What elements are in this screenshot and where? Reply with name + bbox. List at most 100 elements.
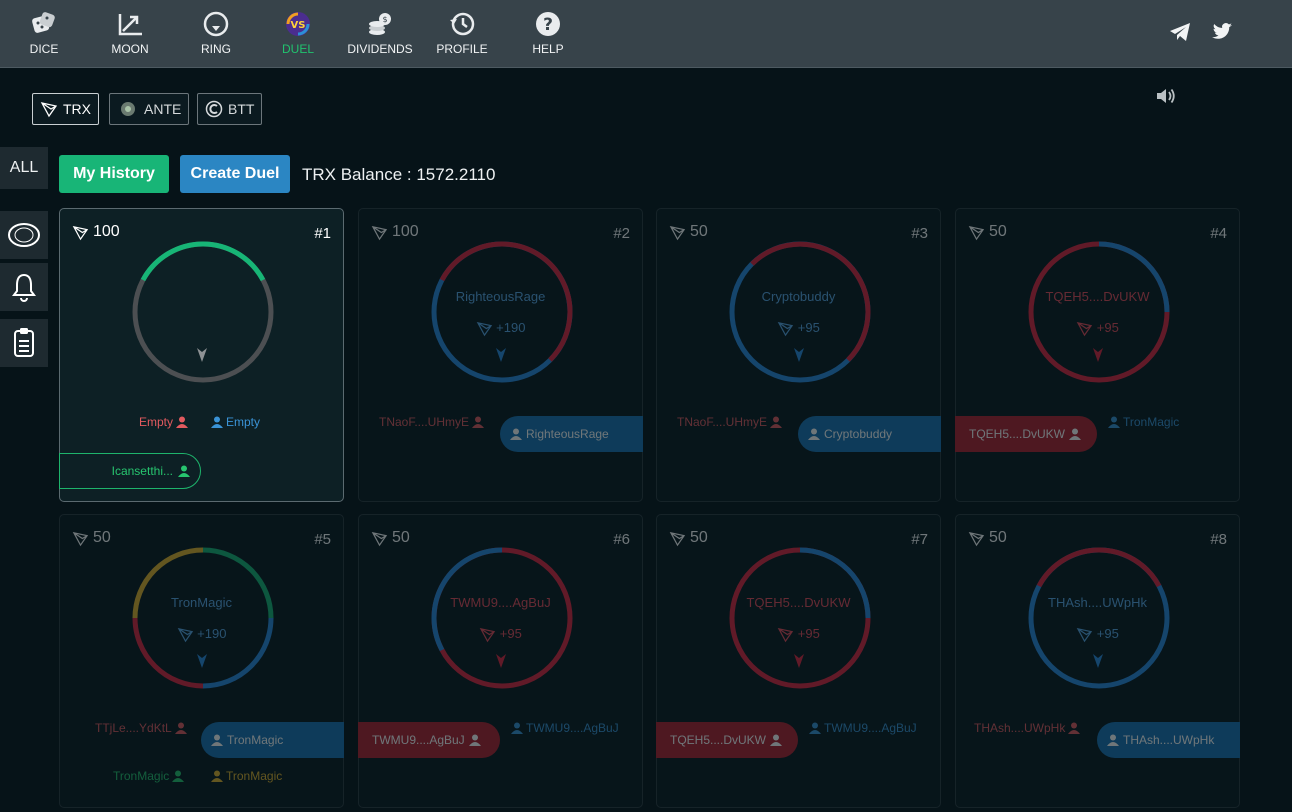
green-player-name: TronMagic: [113, 769, 170, 783]
help-icon: ?: [536, 12, 560, 36]
nav-moon[interactable]: MOON: [95, 10, 165, 56]
tron-icon: [371, 225, 388, 240]
red-player-pill[interactable]: TWMU9....AgBuJ: [358, 722, 500, 758]
tron-icon: [72, 531, 89, 546]
red-player-slot[interactable]: Empty: [139, 415, 189, 429]
win-amount: +190: [60, 626, 343, 643]
blue-player-pill[interactable]: TronMagic: [201, 722, 344, 758]
duel-card-4[interactable]: 50 #4 TQEH5....DvUKW +95 TQEH5....DvUKW …: [955, 208, 1240, 502]
red-player-name: THAsh....UWpHk: [974, 721, 1066, 735]
duel-number: #5: [314, 531, 331, 548]
tron-icon: [777, 628, 794, 643]
blue-player-pill[interactable]: RighteousRage: [500, 416, 643, 452]
duel-number: #2: [613, 225, 630, 242]
blue-player-name: RighteousRage: [526, 427, 609, 441]
red-player-slot[interactable]: THAsh....UWpHk: [974, 721, 1081, 735]
user-icon: [172, 770, 185, 782]
dice-icon: [32, 12, 55, 33]
blue-player-slot[interactable]: Empty: [211, 415, 260, 429]
tron-icon: [777, 322, 794, 337]
create-duel-button[interactable]: Create Duel: [180, 155, 290, 193]
clipboard-icon: [14, 328, 34, 357]
blue-player-slot[interactable]: TronMagic: [1108, 415, 1179, 429]
support-button[interactable]: [0, 211, 48, 259]
nav-ring[interactable]: RING: [181, 10, 251, 56]
blue-player-pill[interactable]: THAsh....UWpHk: [1097, 722, 1240, 758]
win-amount: +95: [956, 320, 1239, 337]
pointer-arrow-icon: [496, 348, 506, 362]
join-slot-name: Icansetthi...: [111, 464, 173, 478]
win-amount: +95: [657, 626, 940, 643]
blue-player-slot[interactable]: TWMU9....AgBuJ: [511, 721, 619, 735]
red-player-pill[interactable]: TQEH5....DvUKW: [955, 416, 1097, 452]
pointer-arrow-icon: [1093, 348, 1103, 362]
nav-dividends[interactable]: $ DIVIDENDS: [345, 10, 415, 56]
twitter-icon[interactable]: [1210, 20, 1234, 44]
blue-player-slot[interactable]: TWMU9....AgBuJ: [809, 721, 917, 735]
duel-amount-value: 50: [93, 529, 111, 546]
duel-ring: [132, 547, 274, 689]
duel-number: #7: [911, 531, 928, 548]
currency-ante-button[interactable]: ANTE: [109, 93, 190, 125]
duel-number: #6: [613, 531, 630, 548]
duel-card-8[interactable]: 50 #8 THAsh....UWpHk +95 THAsh....UWpHk …: [955, 514, 1240, 808]
duel-ring: [729, 241, 871, 383]
nav-profile[interactable]: PROFILE: [427, 10, 497, 56]
duel-ring: [132, 241, 274, 383]
yellow-player-slot[interactable]: TronMagic: [211, 769, 282, 783]
nav-duel[interactable]: VS DUEL: [263, 10, 333, 56]
duel-amount-value: 50: [690, 529, 708, 546]
duel-card-3[interactable]: 50 #3 Cryptobuddy +95 TNaoF....UHmyE Cry…: [656, 208, 941, 502]
duel-amount-value: 50: [989, 529, 1007, 546]
red-player-slot[interactable]: TNaoF....UHmyE: [677, 415, 783, 429]
currency-trx-button[interactable]: TRX: [32, 93, 99, 125]
winner-name: TQEH5....DvUKW: [746, 595, 851, 610]
telegram-icon[interactable]: [1168, 20, 1192, 44]
user-icon: [174, 722, 187, 734]
tron-icon: [371, 531, 388, 546]
join-slot-pill[interactable]: Icansetthi...: [59, 453, 201, 489]
tron-icon: [669, 531, 686, 546]
tron-icon: [968, 531, 985, 546]
moon-chart-icon: [118, 14, 142, 36]
tron-icon: [669, 225, 686, 240]
nav-moon-label: MOON: [111, 42, 149, 56]
currency-btt-button[interactable]: BTT: [197, 93, 263, 125]
duel-card-7[interactable]: 50 #7 TQEH5....DvUKW +95 TQEH5....DvUKW …: [656, 514, 941, 808]
notifications-button[interactable]: [0, 263, 48, 311]
win-amount: +95: [657, 320, 940, 337]
win-amount-value: +190: [197, 626, 227, 641]
win-amount-value: +95: [499, 626, 522, 641]
duel-amount: 50: [968, 529, 1007, 547]
blue-player-pill[interactable]: Cryptobuddy: [798, 416, 941, 452]
bell-icon: [12, 273, 36, 302]
red-player-pill[interactable]: TQEH5....DvUKW: [656, 722, 798, 758]
red-player-slot[interactable]: TNaoF....UHmyE: [379, 415, 485, 429]
green-player-slot[interactable]: TronMagic: [113, 769, 185, 783]
win-amount-value: +190: [496, 320, 526, 335]
red-player-name: TQEH5....DvUKW: [969, 427, 1066, 441]
user-icon: [510, 428, 522, 440]
winner-name: TWMU9....AgBuJ: [450, 595, 551, 610]
red-player-slot[interactable]: TTjLe....YdKtL: [95, 721, 187, 735]
nav-help[interactable]: ? HELP: [513, 10, 583, 56]
duel-number: #3: [911, 225, 928, 242]
winner-name: RighteousRage: [455, 289, 546, 304]
duel-amount: 50: [669, 529, 708, 547]
nav-dice[interactable]: DICE: [9, 10, 79, 56]
filter-all-button[interactable]: ALL: [0, 147, 48, 189]
my-history-button[interactable]: My History: [59, 155, 169, 193]
winner-name: Cryptobuddy: [761, 289, 836, 304]
win-amount-value: +95: [797, 320, 820, 335]
duel-card-5[interactable]: 50 #5 TronMagic +190 TTjLe....YdKtL Tron…: [59, 514, 344, 808]
duel-amount: 50: [669, 223, 708, 241]
sound-icon[interactable]: [1155, 86, 1177, 106]
duel-card-2[interactable]: 100 #2 RighteousRage +190 TNaoF....UHmyE…: [358, 208, 643, 502]
blue-player-name: TWMU9....AgBuJ: [824, 721, 917, 735]
red-player-name: TNaoF....UHmyE: [379, 415, 470, 429]
duel-card-6[interactable]: 50 #6 TWMU9....AgBuJ +95 TWMU9....AgBuJ …: [358, 514, 643, 808]
clipboard-button[interactable]: [0, 319, 48, 367]
duel-card-1[interactable]: 100 #1 Empty Empty Icansetthi...: [59, 208, 344, 502]
coins-icon: $: [369, 13, 391, 35]
ante-icon: [121, 102, 135, 116]
